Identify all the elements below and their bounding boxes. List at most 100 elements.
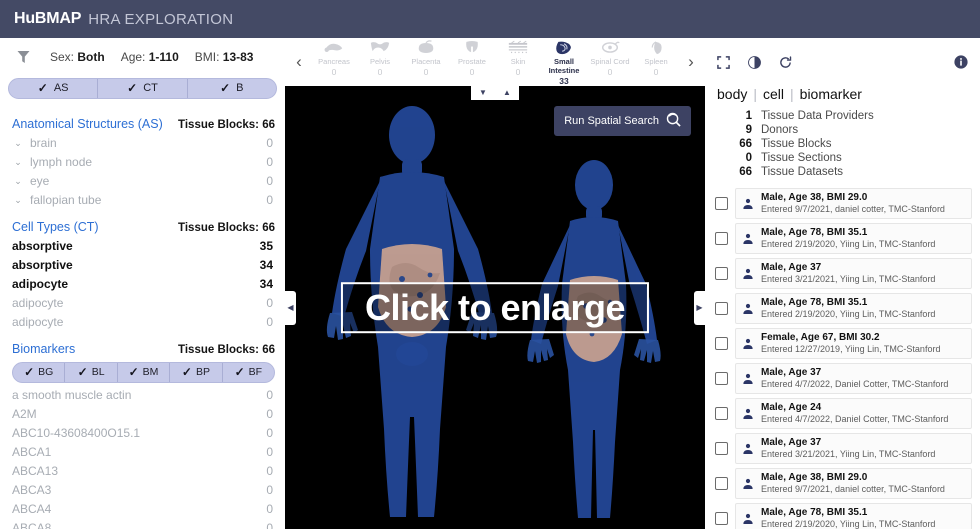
filter-age[interactable]: Age: 1-110 bbox=[121, 50, 179, 64]
info-icon[interactable] bbox=[954, 55, 968, 69]
donor-list-item[interactable]: Male, Age 78, BMI 35.1 Entered 2/19/2020,… bbox=[715, 503, 972, 529]
organ-prostate[interactable]: Prostate 0 bbox=[449, 39, 495, 77]
toggle-ct[interactable]: ✓ CT bbox=[98, 78, 188, 98]
fullscreen-icon[interactable] bbox=[717, 55, 730, 69]
organ-placenta[interactable]: Placenta 0 bbox=[403, 39, 449, 77]
chevron-down-icon[interactable]: ▼ bbox=[479, 89, 487, 97]
donor-card[interactable]: Male, Age 37 Entered 3/21/2021, Yiing Lin… bbox=[735, 258, 972, 289]
donor-checkbox[interactable] bbox=[715, 477, 728, 490]
filter-sex[interactable]: Sex: Both bbox=[50, 50, 105, 64]
donor-checkbox[interactable] bbox=[715, 512, 728, 525]
chevron-down-icon[interactable]: ⌄ bbox=[12, 138, 24, 148]
organ-next-button[interactable]: › bbox=[679, 52, 703, 72]
donor-card[interactable]: Male, Age 78, BMI 35.1 Entered 2/19/2020,… bbox=[735, 223, 972, 254]
donor-list-item[interactable]: Male, Age 37 Entered 3/21/2021, Yiing Lin… bbox=[715, 258, 972, 289]
toggle-as[interactable]: ✓ AS bbox=[9, 78, 99, 98]
donor-list-item[interactable]: Male, Age 37 Entered 3/21/2021, Yiing Lin… bbox=[715, 433, 972, 464]
chevron-down-icon[interactable]: ⌄ bbox=[12, 195, 24, 205]
biomarker-item-row[interactable]: ABCA4 0 bbox=[12, 500, 275, 519]
toggle-bf-label: BF bbox=[248, 366, 263, 379]
donor-checkbox[interactable] bbox=[715, 442, 728, 455]
ontology-scroll-area[interactable]: Anatomical Structures (AS) Tissue Blocks… bbox=[0, 107, 285, 529]
ct-item-row[interactable]: absorptive 34 bbox=[12, 256, 275, 275]
ct-item-row[interactable]: absorptive 35 bbox=[12, 237, 275, 256]
donor-checkbox[interactable] bbox=[715, 407, 728, 420]
organ-pelvis[interactable]: Pelvis 0 bbox=[357, 39, 403, 77]
donor-checkbox[interactable] bbox=[715, 372, 728, 385]
biomarker-item-label: ABCA8 bbox=[12, 521, 52, 529]
toggle-bm[interactable]: ✓ BM bbox=[118, 362, 171, 382]
donor-list[interactable]: Male, Age 38, BMI 29.0 Entered 9/7/2021, … bbox=[705, 188, 980, 529]
donor-list-item[interactable]: Male, Age 24 Entered 4/7/2022, Daniel Cot… bbox=[715, 398, 972, 429]
donor-card[interactable]: Male, Age 37 Entered 3/21/2021, Yiing Lin… bbox=[735, 433, 972, 464]
toggle-bf[interactable]: ✓ BF bbox=[223, 363, 274, 382]
row-left: ABCA1 bbox=[12, 445, 51, 459]
filter-age-value: 1-110 bbox=[148, 49, 179, 64]
section-title-biomarkers[interactable]: Biomarkers bbox=[12, 342, 75, 356]
ct-item-row[interactable]: adipocyte 0 bbox=[12, 294, 275, 313]
donor-card[interactable]: Male, Age 78, BMI 35.1 Entered 2/19/2020,… bbox=[735, 503, 972, 529]
toggle-bg[interactable]: ✓ BG bbox=[13, 362, 66, 382]
donor-checkbox[interactable] bbox=[715, 267, 728, 280]
donor-subtitle: Entered 4/7/2022, Daniel Cotter, TMC-Sta… bbox=[761, 379, 949, 389]
donor-list-item[interactable]: Male, Age 38, BMI 29.0 Entered 9/7/2021, … bbox=[715, 188, 972, 219]
donor-checkbox[interactable] bbox=[715, 302, 728, 315]
3d-body-stage[interactable]: Run Spatial Search Click to enlarge bbox=[285, 86, 705, 529]
biomarker-item-row[interactable]: ABCA8 0 bbox=[12, 519, 275, 529]
check-icon: ✓ bbox=[24, 365, 35, 380]
donor-list-item[interactable]: Female, Age 67, BMI 30.2 Entered 12/27/20… bbox=[715, 328, 972, 359]
donor-list-item[interactable]: Male, Age 78, BMI 35.1 Entered 2/19/2020,… bbox=[715, 293, 972, 324]
organ-skin[interactable]: Skin 0 bbox=[495, 39, 541, 77]
as-item-row[interactable]: ⌄ brain 0 bbox=[12, 134, 275, 153]
row-left: adipocyte bbox=[12, 296, 63, 310]
refresh-icon[interactable] bbox=[779, 55, 792, 69]
organ-prev-button[interactable]: ‹ bbox=[287, 52, 311, 72]
donor-list-item[interactable]: Male, Age 78, BMI 35.1 Entered 2/19/2020,… bbox=[715, 223, 972, 254]
collapse-left-icon[interactable]: ◀ bbox=[285, 290, 296, 325]
biomarker-item-row[interactable]: ABCA3 0 bbox=[12, 481, 275, 500]
biomarker-item-row[interactable]: a smooth muscle actin 0 bbox=[12, 386, 275, 405]
as-item-row[interactable]: ⌄ eye 0 bbox=[12, 172, 275, 191]
biomarker-item-count: 0 bbox=[266, 502, 273, 517]
chevron-down-icon[interactable]: ⌄ bbox=[12, 176, 24, 186]
breadcrumb-cell[interactable]: cell bbox=[763, 86, 784, 102]
donor-card[interactable]: Male, Age 37 Entered 4/7/2022, Daniel Cot… bbox=[735, 363, 972, 394]
donor-card[interactable]: Male, Age 24 Entered 4/7/2022, Daniel Cot… bbox=[735, 398, 972, 429]
toggle-b[interactable]: ✓ B bbox=[188, 79, 276, 98]
organ-spleen[interactable]: Spleen 0 bbox=[633, 39, 679, 77]
breadcrumb-biomarker[interactable]: biomarker bbox=[800, 86, 862, 102]
donor-list-item[interactable]: Male, Age 38, BMI 29.0 Entered 9/7/2021, … bbox=[715, 468, 972, 499]
donor-card[interactable]: Male, Age 38, BMI 29.0 Entered 9/7/2021, … bbox=[735, 468, 972, 499]
filter-funnel-icon[interactable] bbox=[12, 50, 34, 64]
toggle-bp[interactable]: ✓ BP bbox=[170, 362, 223, 382]
donor-checkbox[interactable] bbox=[715, 232, 728, 245]
biomarker-item-row[interactable]: ABCA13 0 bbox=[12, 462, 275, 481]
biomarker-item-row[interactable]: ABC10-43608400O15.1 0 bbox=[12, 424, 275, 443]
ct-item-row[interactable]: adipocyte 34 bbox=[12, 275, 275, 294]
biomarker-item-row[interactable]: ABCA1 0 bbox=[12, 443, 275, 462]
filter-bmi[interactable]: BMI: 13-83 bbox=[195, 50, 254, 64]
toggle-bl[interactable]: ✓ BL bbox=[65, 362, 118, 382]
organ-small-intestine[interactable]: Small Intestine 33 bbox=[541, 39, 587, 86]
donor-card[interactable]: Male, Age 38, BMI 29.0 Entered 9/7/2021, … bbox=[735, 188, 972, 219]
ct-item-row[interactable]: adipocyte 0 bbox=[12, 313, 275, 332]
as-item-row[interactable]: ⌄ lymph node 0 bbox=[12, 153, 275, 172]
run-spatial-search-button[interactable]: Run Spatial Search bbox=[554, 106, 691, 136]
section-title-as[interactable]: Anatomical Structures (AS) bbox=[12, 117, 163, 131]
breadcrumb-body[interactable]: body bbox=[717, 86, 747, 102]
moon-icon[interactable] bbox=[748, 55, 761, 69]
organ-spinal-cord[interactable]: Spinal Cord 0 bbox=[587, 39, 633, 77]
collapse-right-icon[interactable]: ▶ bbox=[694, 290, 705, 325]
as-item-row[interactable]: ⌄ fallopian tube 0 bbox=[12, 191, 275, 210]
donor-card[interactable]: Male, Age 78, BMI 35.1 Entered 2/19/2020,… bbox=[735, 293, 972, 324]
organ-pancreas[interactable]: Pancreas 0 bbox=[311, 39, 357, 77]
click-to-enlarge-overlay[interactable]: Click to enlarge bbox=[340, 281, 650, 334]
donor-checkbox[interactable] bbox=[715, 337, 728, 350]
donor-list-item[interactable]: Male, Age 37 Entered 4/7/2022, Daniel Cot… bbox=[715, 363, 972, 394]
section-title-ct[interactable]: Cell Types (CT) bbox=[12, 220, 99, 234]
chevron-up-icon[interactable]: ▲ bbox=[503, 89, 511, 97]
donor-checkbox[interactable] bbox=[715, 197, 728, 210]
donor-card[interactable]: Female, Age 67, BMI 30.2 Entered 12/27/20… bbox=[735, 328, 972, 359]
biomarker-item-row[interactable]: A2M 0 bbox=[12, 405, 275, 424]
chevron-down-icon[interactable]: ⌄ bbox=[12, 157, 24, 167]
